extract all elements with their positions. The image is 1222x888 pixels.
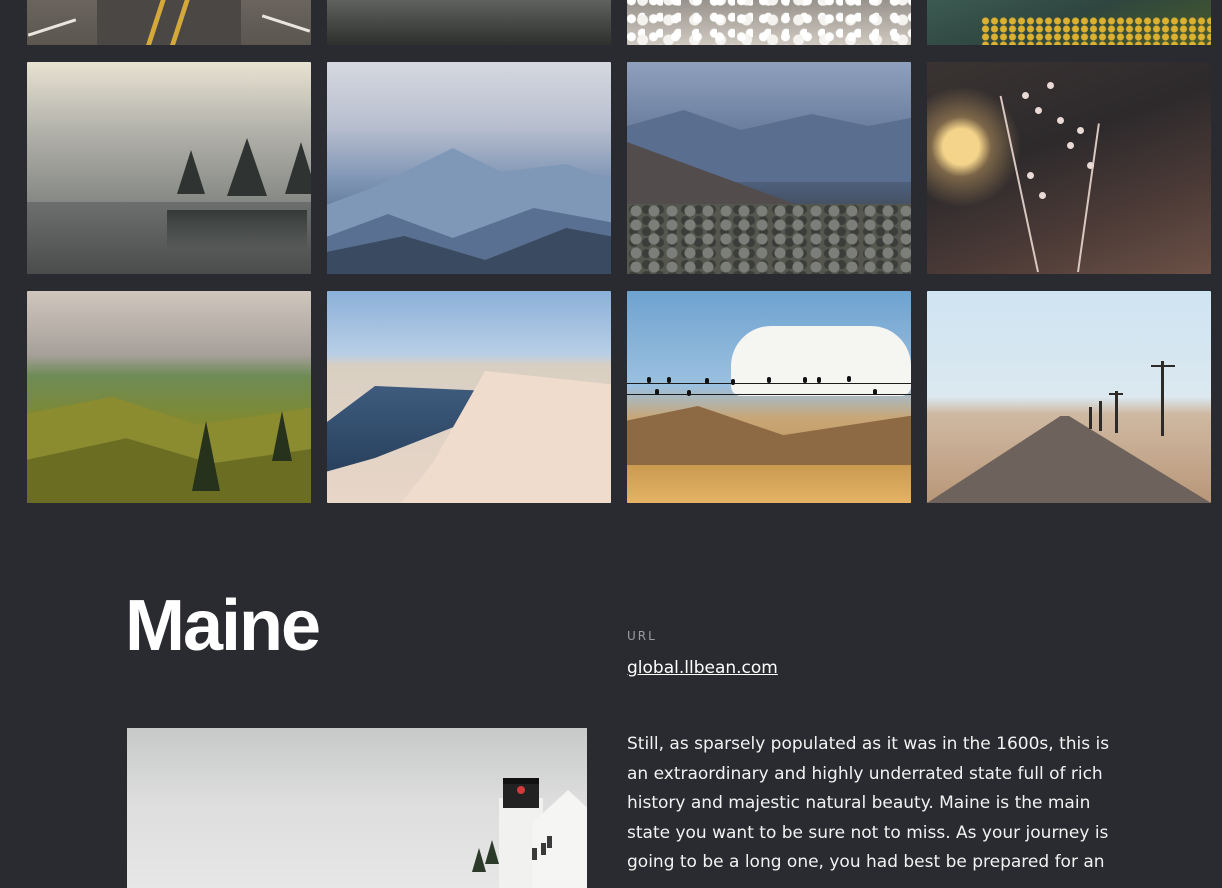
rocky-ridge-image[interactable] xyxy=(627,62,911,274)
url-link[interactable]: global.llbean.com xyxy=(627,658,778,678)
cotton-field-image-top[interactable] xyxy=(627,0,911,45)
page-title: Maine xyxy=(125,586,321,666)
road-image-top[interactable] xyxy=(27,0,311,45)
mist-image-top[interactable] xyxy=(327,0,611,45)
green-valley-image[interactable] xyxy=(27,291,311,503)
lighthouse-image xyxy=(127,728,587,888)
dried-flower-image[interactable] xyxy=(927,62,1211,274)
description-text: Still, as sparsely populated as it was i… xyxy=(627,734,1110,872)
desert-road-image[interactable] xyxy=(927,291,1211,503)
yellow-flowers-image-top[interactable] xyxy=(927,0,1211,45)
blue-mountains-image[interactable] xyxy=(327,62,611,274)
birds-on-wire-image[interactable] xyxy=(627,291,911,503)
sand-dunes-lake-image[interactable] xyxy=(327,291,611,503)
foggy-lake-image[interactable] xyxy=(27,62,311,274)
url-label: URL xyxy=(627,629,657,643)
